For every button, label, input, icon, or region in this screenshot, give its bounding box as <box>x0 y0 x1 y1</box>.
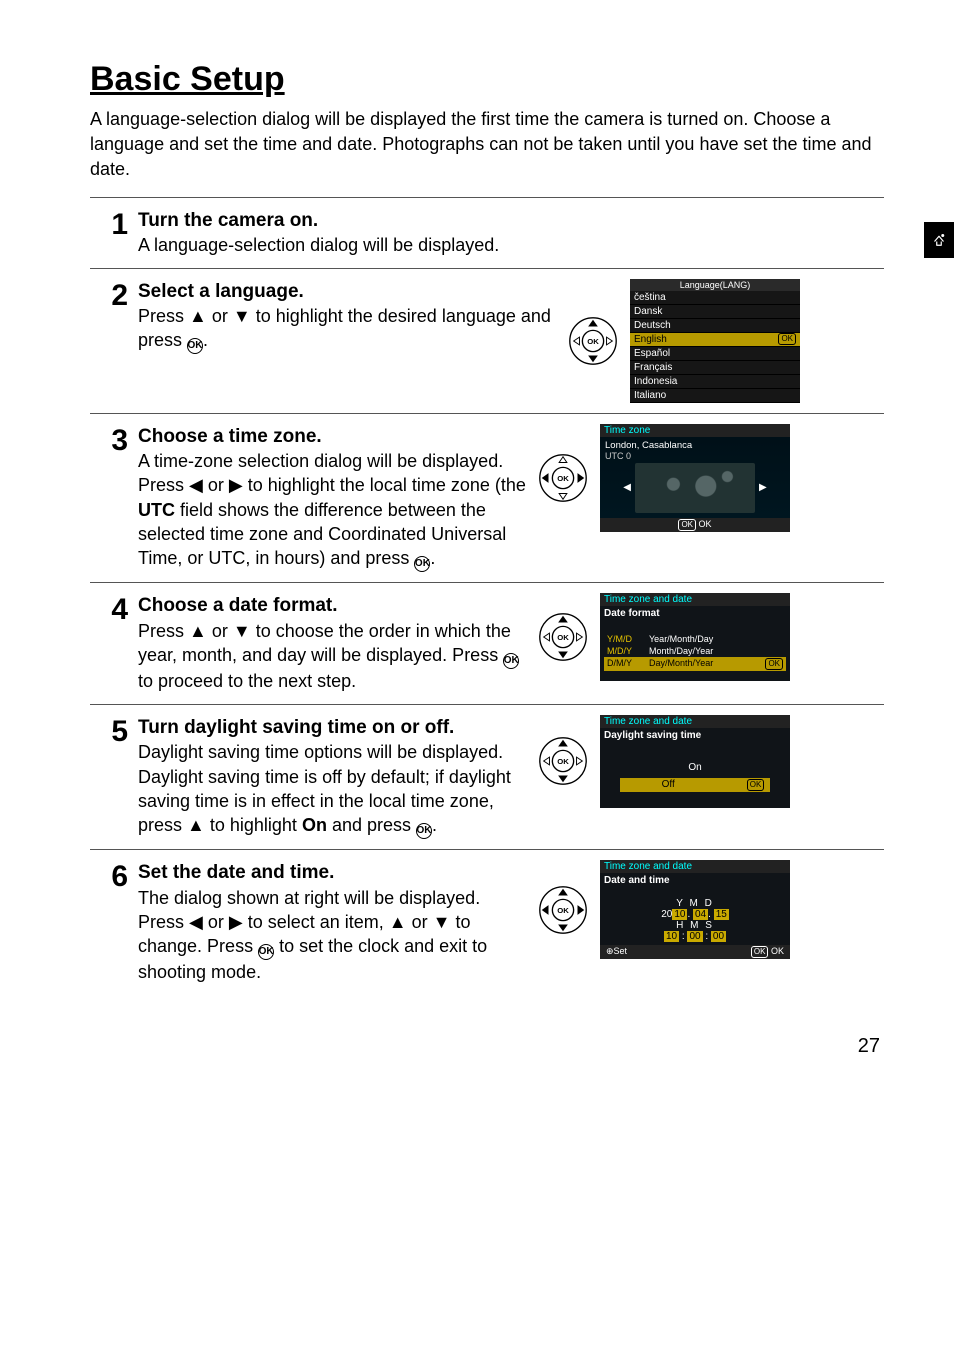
lang-option: Deutsch <box>630 319 800 333</box>
screen-footer: OK OK <box>600 518 790 532</box>
world-map <box>635 463 755 513</box>
side-tab <box>924 222 954 258</box>
df-option: Y/M/DYear/Month/Day <box>604 633 786 645</box>
on-label: On <box>302 815 327 835</box>
down-icon: ▼ <box>233 306 251 326</box>
lang-option: Indonesia <box>630 375 800 389</box>
intro-text: A language-selection dialog will be disp… <box>90 107 884 183</box>
lang-option: Español <box>630 347 800 361</box>
page-title: Basic Setup <box>90 60 884 99</box>
screen-title: Time zone <box>600 424 790 437</box>
screen-subtitle: Date format <box>600 606 790 627</box>
step-number: 4 <box>90 593 128 625</box>
step-text: Press ▲ or ▼ to highlight the desired la… <box>138 304 558 354</box>
step-text: Daylight saving time options will be dis… <box>138 740 528 839</box>
lang-option: Italiano <box>630 389 800 403</box>
dst-off-selected: OffOK <box>620 778 770 792</box>
screen-subtitle: Daylight saving time <box>600 728 790 749</box>
step-title: Set the date and time. <box>138 860 528 886</box>
left-icon: ◀ <box>189 475 203 495</box>
screen-title: Language(LANG) <box>630 279 800 291</box>
svg-text:OK: OK <box>557 757 569 766</box>
step-number: 2 <box>90 279 128 311</box>
svg-text:OK: OK <box>557 633 569 642</box>
step-text: Press ▲ or ▼ to choose the order in whic… <box>138 619 528 694</box>
step-title: Choose a time zone. <box>138 424 528 450</box>
hms-values: 10 : 00 : 00 <box>608 931 782 942</box>
ok-icon: OK <box>258 944 274 960</box>
up-icon: ▲ <box>389 912 407 932</box>
screen-title: Time zone and date <box>600 593 790 606</box>
lang-option: Dansk <box>630 305 800 319</box>
dpad-left-right-icon: OK <box>534 449 592 507</box>
df-option-selected: D/M/YDay/Month/YearOK <box>604 657 786 671</box>
step-number: 6 <box>90 860 128 892</box>
ymd-values: 2010. 04. 15 <box>608 909 782 920</box>
ok-icon: OK <box>503 653 519 669</box>
lang-option-selected: English OK <box>630 333 800 347</box>
step-title: Choose a date format. <box>138 593 528 619</box>
screen-footer: ⊕Set OK OK <box>600 945 790 959</box>
step-title: Select a language. <box>138 279 558 305</box>
lang-option: čeština <box>630 291 800 305</box>
step-4: 4 Choose a date format. Press ▲ or ▼ to … <box>90 583 884 703</box>
step-text: A time-zone selection dialog will be dis… <box>138 449 528 572</box>
screen-title: Time zone and date <box>600 715 790 728</box>
step-1: 1 Turn the camera on. A language-selecti… <box>90 198 884 268</box>
step-title: Turn daylight saving time on or off. <box>138 715 528 741</box>
step-number: 5 <box>90 715 128 747</box>
step-6: 6 Set the date and time. The dialog show… <box>90 850 884 995</box>
lang-option: Français <box>630 361 800 375</box>
left-icon: ◀ <box>189 912 203 932</box>
dateformat-screen: Time zone and date Date format Y/M/DYear… <box>600 593 790 681</box>
screen-subtitle: Date and time <box>600 873 790 894</box>
df-option: M/D/YMonth/Day/Year <box>604 645 786 657</box>
right-icon: ▶ <box>759 482 767 493</box>
dst-on: On <box>620 761 770 774</box>
ok-icon: OK <box>414 556 430 572</box>
ok-icon: OK <box>416 823 432 839</box>
screen-title: Time zone and date <box>600 860 790 873</box>
language-screen: Language(LANG) čeština Dansk Deutsch Eng… <box>630 279 800 403</box>
ok-badge: OK <box>778 333 796 345</box>
svg-text:OK: OK <box>557 905 569 914</box>
right-icon: ▶ <box>229 475 243 495</box>
left-icon: ◀ <box>623 482 631 493</box>
page-number: 27 <box>90 1035 884 1058</box>
up-icon: ▲ <box>187 815 205 835</box>
ymd-labels: Y M D <box>608 898 782 909</box>
datetime-screen: Time zone and date Date and time Y M D 2… <box>600 860 790 959</box>
up-icon: ▲ <box>189 621 207 641</box>
step-3: 3 Choose a time zone. A time-zone select… <box>90 414 884 583</box>
step-5: 5 Turn daylight saving time on or off. D… <box>90 705 884 850</box>
step-text: A language-selection dialog will be disp… <box>138 233 884 257</box>
timezone-screen: Time zone London, Casablanca UTC 0 ◀ ▶ O… <box>600 424 790 532</box>
up-icon: ▲ <box>189 306 207 326</box>
hms-labels: H M S <box>608 920 782 931</box>
svg-text:OK: OK <box>557 473 569 482</box>
ok-badge: OK <box>765 658 783 670</box>
ok-badge: OK <box>747 779 765 791</box>
step-number: 1 <box>90 208 128 240</box>
step-2: 2 Select a language. Press ▲ or ▼ to hig… <box>90 269 884 413</box>
tz-location: London, Casablanca <box>605 440 785 451</box>
setup-tab-icon <box>930 231 948 249</box>
step-number: 3 <box>90 424 128 456</box>
svg-text:OK: OK <box>587 336 599 345</box>
down-icon: ▼ <box>433 912 451 932</box>
dpad-up-down-icon: OK <box>564 312 622 370</box>
utc-label: UTC <box>138 500 175 520</box>
ok-icon: OK <box>187 338 203 354</box>
step-title: Turn the camera on. <box>138 208 884 234</box>
tz-utc: UTC 0 <box>605 451 785 461</box>
down-icon: ▼ <box>233 621 251 641</box>
right-icon: ▶ <box>229 912 243 932</box>
dpad-all-icon: OK <box>534 881 592 939</box>
dpad-up-down-icon: OK <box>534 608 592 666</box>
dpad-up-down-icon: OK <box>534 732 592 790</box>
dst-screen: Time zone and date Daylight saving time … <box>600 715 790 808</box>
step-text: The dialog shown at right will be displa… <box>138 886 528 985</box>
